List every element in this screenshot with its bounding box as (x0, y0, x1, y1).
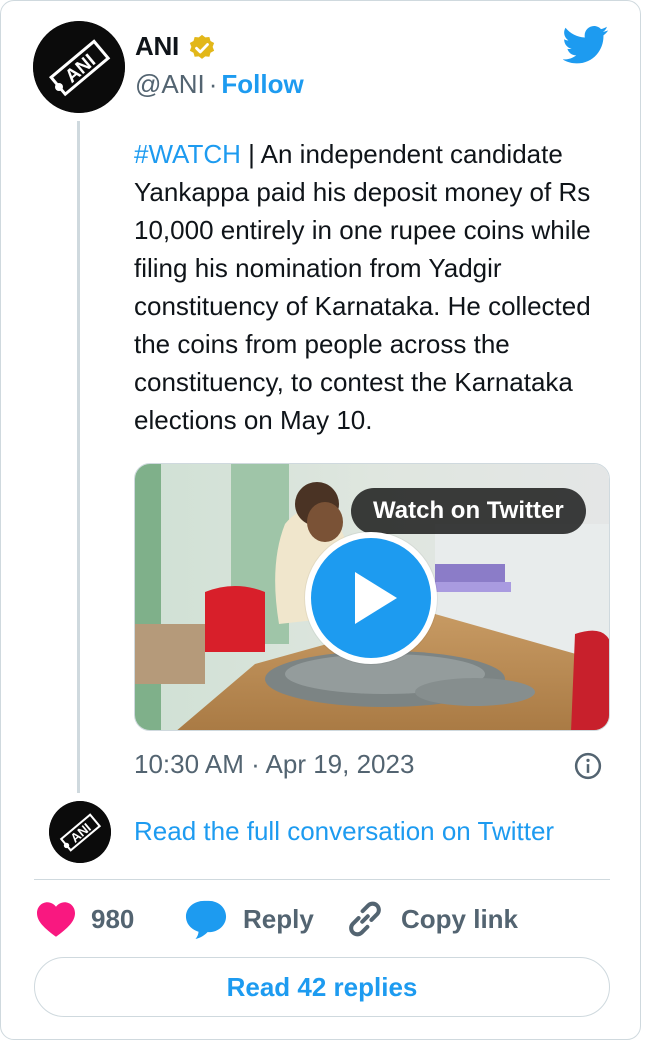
separator-dot: · (208, 69, 218, 99)
verified-badge-icon (189, 34, 215, 59)
read-replies-button[interactable]: Read 42 replies (34, 957, 610, 1017)
copy-link-button[interactable]: Copy link (343, 897, 518, 941)
reply-label: Reply (243, 903, 314, 934)
follow-link[interactable]: Follow (221, 69, 303, 99)
tweet-body: | An independent candidate Yankappa paid… (134, 139, 591, 435)
play-button[interactable] (305, 532, 437, 664)
author-avatar[interactable]: ANI (33, 21, 125, 113)
ani-logo-icon: ANI (33, 21, 125, 113)
video-thumbnail[interactable]: Watch on Twitter (134, 463, 610, 731)
tweet-text: #WATCH | An independent candidate Yankap… (134, 135, 624, 439)
heart-icon (37, 902, 75, 937)
play-icon (355, 572, 397, 624)
hashtag-link[interactable]: #WATCH (134, 139, 241, 169)
reply-bubble-icon (185, 900, 227, 940)
link-icon (349, 901, 381, 937)
divider (34, 879, 610, 880)
like-count: 980 (91, 903, 135, 934)
twitter-bird-icon[interactable] (563, 25, 609, 65)
thread-line (77, 121, 80, 793)
author-handle[interactable]: @ANI (135, 69, 205, 99)
read-full-conversation-link[interactable]: Read the full conversation on Twitter (134, 816, 554, 847)
author-name[interactable]: ANI (135, 31, 179, 62)
watch-on-twitter-badge[interactable]: Watch on Twitter (351, 488, 586, 534)
tweet-timestamp[interactable]: 10:30 AM · Apr 19, 2023 (134, 749, 414, 780)
info-icon[interactable] (573, 751, 603, 781)
copy-link-label: Copy link (401, 903, 519, 934)
reply-button[interactable]: Reply (183, 897, 314, 941)
like-button[interactable]: 980 (35, 897, 134, 941)
ani-logo-icon: ANI (49, 801, 111, 863)
author-avatar-small[interactable]: ANI (49, 801, 111, 863)
author-handle-row: @ANI · Follow (135, 69, 304, 100)
tweet-card: ANI ANI @ANI · Follow #WATCH | An independ… (0, 0, 641, 1040)
